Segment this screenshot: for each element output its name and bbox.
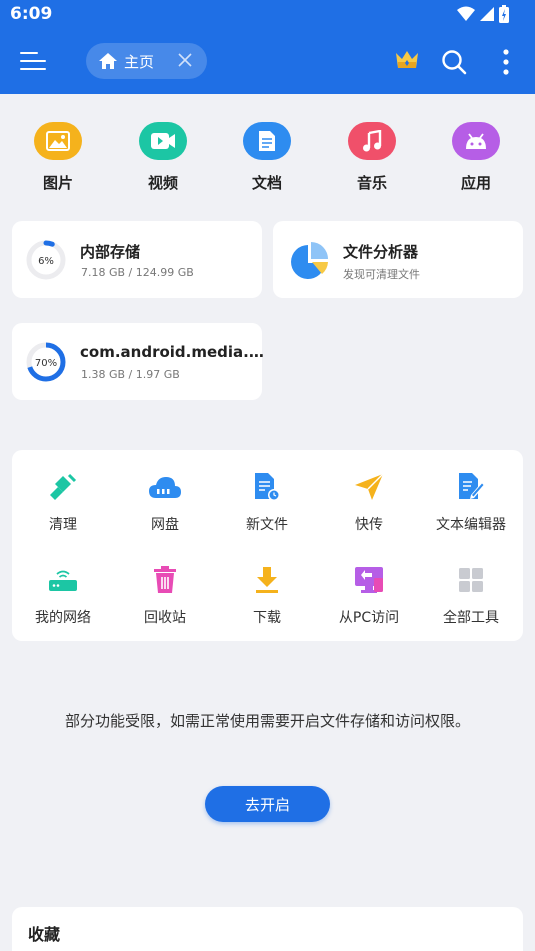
download-icon xyxy=(256,567,278,593)
internal-storage-card[interactable]: 6% 内部存储 7.18 GB / 124.99 GB xyxy=(12,221,262,298)
file-analyzer-card[interactable]: 文件分析器 发现可清理文件 xyxy=(273,221,523,298)
router-icon xyxy=(49,570,77,591)
tool-quick-send[interactable]: 快传 xyxy=(318,472,420,534)
image-icon xyxy=(46,131,70,151)
broom-icon xyxy=(50,473,77,500)
crown-icon[interactable] xyxy=(394,48,420,72)
category-icon-bg xyxy=(34,122,82,160)
grid-icon xyxy=(459,568,483,592)
category-icon-bg xyxy=(348,122,396,160)
wifi-icon xyxy=(457,6,475,21)
tool-label: 从PC访问 xyxy=(338,610,400,626)
new-file-icon xyxy=(255,473,280,501)
tool-all-tools[interactable]: 全部工具 xyxy=(420,565,522,627)
tool-label: 我的网络 xyxy=(35,610,91,626)
category-icon-bg xyxy=(243,122,291,160)
document-icon xyxy=(259,131,275,151)
external-storage-card[interactable]: 70% com.android.media.swc... 1.38 GB / 1… xyxy=(12,323,265,400)
category-apps[interactable]: 应用 xyxy=(436,122,516,193)
tools-card: 清理 网盘 新文件 快传 文本编辑器 我的网络 回收站 下载 从PC访问 全部工… xyxy=(12,450,523,641)
tool-new-file[interactable]: 新文件 xyxy=(216,472,318,534)
tool-label: 全部工具 xyxy=(443,610,499,626)
category-label: 音乐 xyxy=(356,174,387,192)
enable-permission-button[interactable]: 去开启 xyxy=(205,786,330,822)
more-vert-icon[interactable] xyxy=(502,49,510,75)
tool-pc-access[interactable]: 从PC访问 xyxy=(318,565,420,627)
tool-cloud[interactable]: 网盘 xyxy=(114,472,216,534)
permission-message: 部分功能受限，如需正常使用需要开启文件存储和访问权限。 xyxy=(64,712,470,730)
tool-label: 网盘 xyxy=(151,517,179,533)
category-videos[interactable]: 视频 xyxy=(123,122,203,193)
menu-icon-line xyxy=(20,60,46,62)
tab-label: 主页 xyxy=(124,52,155,71)
video-icon xyxy=(151,133,175,149)
storage-subtitle: 7.18 GB / 124.99 GB xyxy=(81,266,194,279)
category-icon-bg xyxy=(139,122,187,160)
status-icons xyxy=(457,5,509,23)
category-documents[interactable]: 文档 xyxy=(227,122,307,193)
category-label: 图片 xyxy=(42,174,73,192)
pie-chart-icon xyxy=(291,242,328,279)
tool-label: 文本编辑器 xyxy=(436,517,506,533)
home-icon xyxy=(99,53,117,69)
paper-plane-icon xyxy=(355,473,384,500)
tool-label: 快传 xyxy=(355,517,383,533)
tool-my-network[interactable]: 我的网络 xyxy=(12,565,114,627)
tool-recycle-bin[interactable]: 回收站 xyxy=(114,565,216,627)
favorites-card: 收藏 xyxy=(12,907,523,951)
tool-text-editor[interactable]: 文本编辑器 xyxy=(420,472,522,534)
storage-title: 内部存储 xyxy=(80,243,141,261)
battery-icon xyxy=(499,5,509,23)
storage-subtitle: 1.38 GB / 1.97 GB xyxy=(81,368,180,381)
music-icon xyxy=(363,130,382,152)
tool-clean[interactable]: 清理 xyxy=(12,472,114,534)
search-icon[interactable] xyxy=(441,49,467,75)
status-time: 6:09 xyxy=(10,4,53,24)
category-label: 文档 xyxy=(251,174,282,192)
tool-label: 新文件 xyxy=(246,517,288,533)
pc-access-icon xyxy=(355,567,383,593)
trash-icon xyxy=(154,566,176,593)
category-label: 视频 xyxy=(147,174,178,192)
signal-icon xyxy=(480,7,494,21)
tool-download[interactable]: 下载 xyxy=(216,565,318,627)
menu-button[interactable] xyxy=(20,50,46,72)
analyzer-title: 文件分析器 xyxy=(343,243,419,261)
category-label: 应用 xyxy=(460,174,491,192)
top-bar: 6:09 主页 xyxy=(0,0,535,94)
storage-usage-ring: 70% xyxy=(26,342,66,382)
tool-label: 下载 xyxy=(253,610,281,626)
close-icon[interactable] xyxy=(177,52,193,68)
text-editor-icon xyxy=(459,473,485,499)
menu-icon xyxy=(20,52,38,54)
category-icon-bg xyxy=(452,122,500,160)
storage-title: com.android.media.swc... xyxy=(80,343,265,361)
tab-home[interactable]: 主页 xyxy=(86,43,207,79)
analyzer-subtitle: 发现可清理文件 xyxy=(343,268,420,281)
android-icon xyxy=(466,133,486,149)
tool-label: 回收站 xyxy=(144,610,186,626)
main-content: 图片 视频 文档 音乐 应用 6% 内部存储 7.18 GB / 124.99 … xyxy=(0,94,535,951)
category-images[interactable]: 图片 xyxy=(18,122,98,193)
storage-percent: 70% xyxy=(35,358,57,369)
category-music[interactable]: 音乐 xyxy=(332,122,412,193)
storage-usage-ring: 6% xyxy=(26,240,66,280)
storage-percent: 6% xyxy=(38,256,54,267)
menu-icon-line xyxy=(20,68,46,70)
favorites-title: 收藏 xyxy=(28,925,61,944)
tool-label: 清理 xyxy=(49,517,77,533)
cloud-icon xyxy=(149,477,181,498)
